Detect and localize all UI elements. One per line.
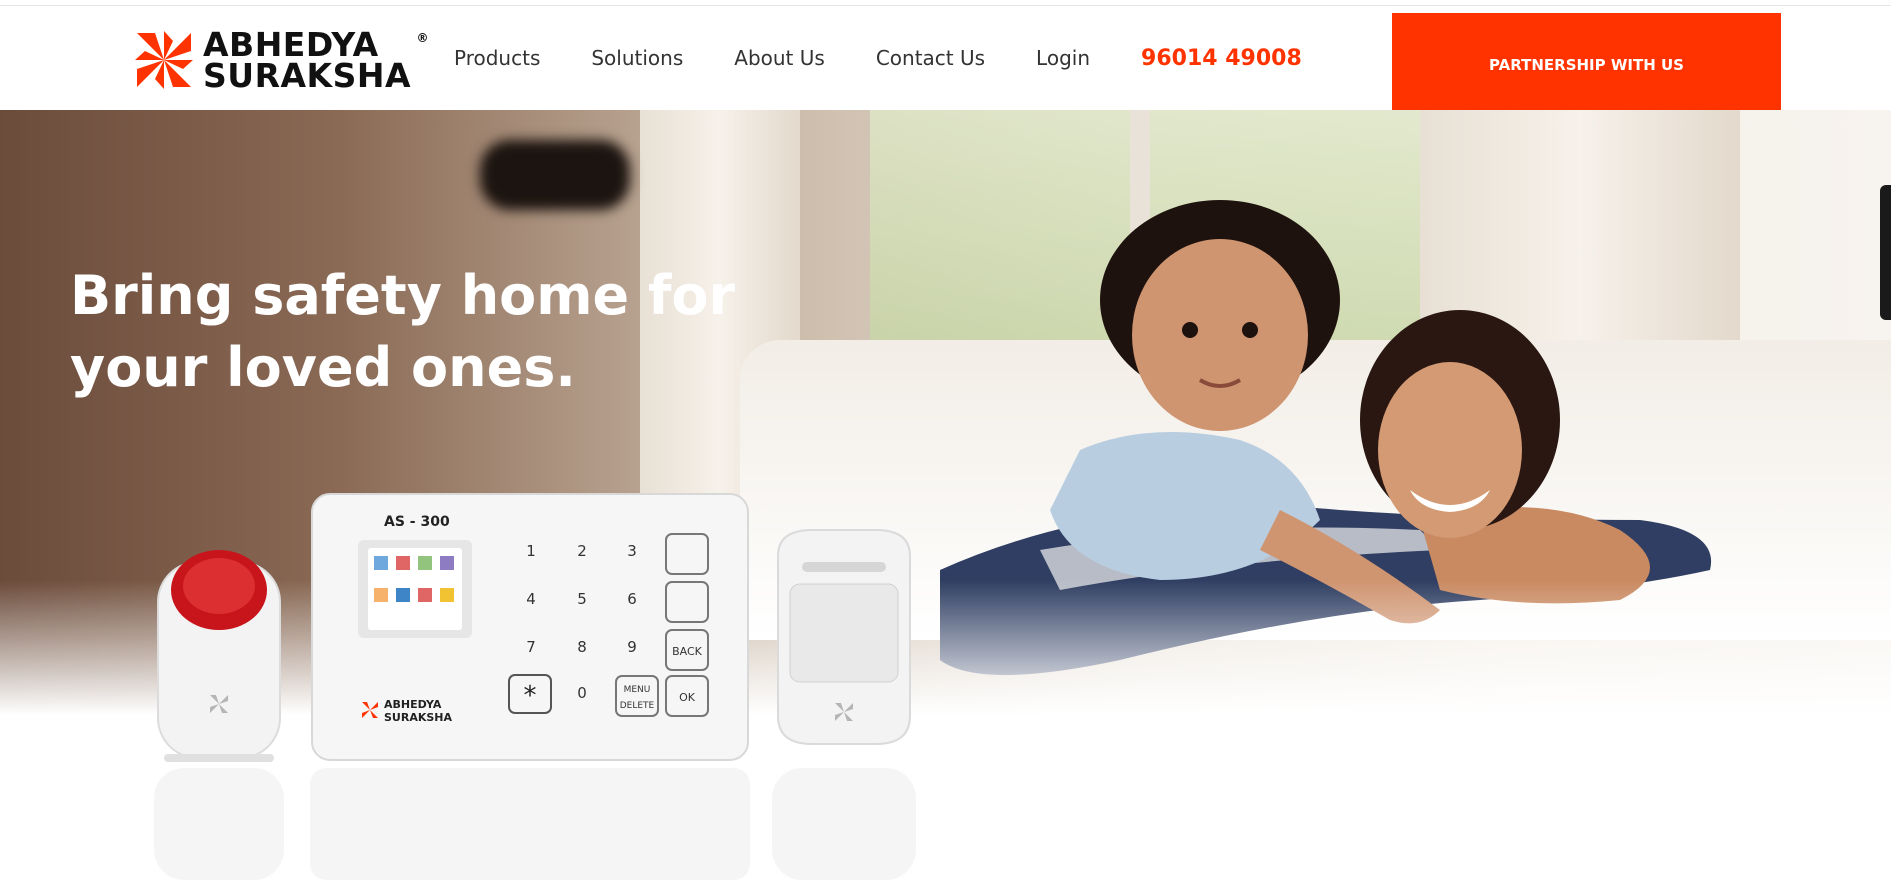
nav-products[interactable]: Products [454,46,540,70]
products-reflection [150,768,920,880]
hero-headline-line2: your loved ones. [70,336,576,399]
main-nav: Products Solutions About Us Contact Us L… [454,6,1302,110]
side-feedback-tab[interactable] [1880,185,1891,320]
key-3: 3 [627,542,637,560]
key-4: 4 [526,590,536,608]
brand-name-line2: SURAKSHA [203,56,412,95]
key-9: 9 [627,638,637,656]
nav-login[interactable]: Login [1036,46,1090,70]
key-7: 7 [526,638,536,656]
alarm-control-panel-image: AS - 300 1 2 3 4 5 6 7 8 9 0 * BACK MENU… [311,493,749,761]
site-header: ABHEDYA SURAKSHA ® Products Solutions Ab… [0,6,1891,116]
svg-text:*: * [524,681,537,711]
brand-logo-icon [135,31,193,89]
brand-logo[interactable]: ABHEDYA SURAKSHA ® [133,24,433,96]
key-back: BACK [672,645,703,658]
hero-headline-line1: Bring safety home for [70,264,736,327]
key-0: 0 [577,684,587,702]
partnership-button[interactable]: PARTNERSHIP WITH US [1392,13,1781,116]
nav-contact-us[interactable]: Contact Us [876,46,985,70]
key-8: 8 [577,638,587,656]
motion-sensor-image [777,529,911,745]
panel-model-label: AS - 300 [384,514,450,530]
hero-lamp [480,140,630,210]
key-1: 1 [526,542,536,560]
siren-device-image [157,550,281,762]
nav-about-us[interactable]: About Us [734,46,825,70]
panel-brand-line2: SURAKSHA [384,711,452,724]
key-6: 6 [627,590,637,608]
key-delete: DELETE [620,701,655,711]
panel-brand-line1: ABHEDYA [384,698,442,711]
key-5: 5 [577,590,587,608]
key-ok: OK [679,691,696,704]
nav-solutions[interactable]: Solutions [591,46,683,70]
key-2: 2 [577,542,587,560]
registered-mark: ® [416,31,430,45]
brand-wordmark: ABHEDYA SURAKSHA ® [203,28,429,95]
phone-number-link[interactable]: 96014 49008 [1141,46,1302,71]
hero-banner: Bring safety home for your loved ones. A… [0,110,1891,880]
hero-headline: Bring safety home for your loved ones. [70,260,770,404]
key-menu: MENU [624,685,651,695]
